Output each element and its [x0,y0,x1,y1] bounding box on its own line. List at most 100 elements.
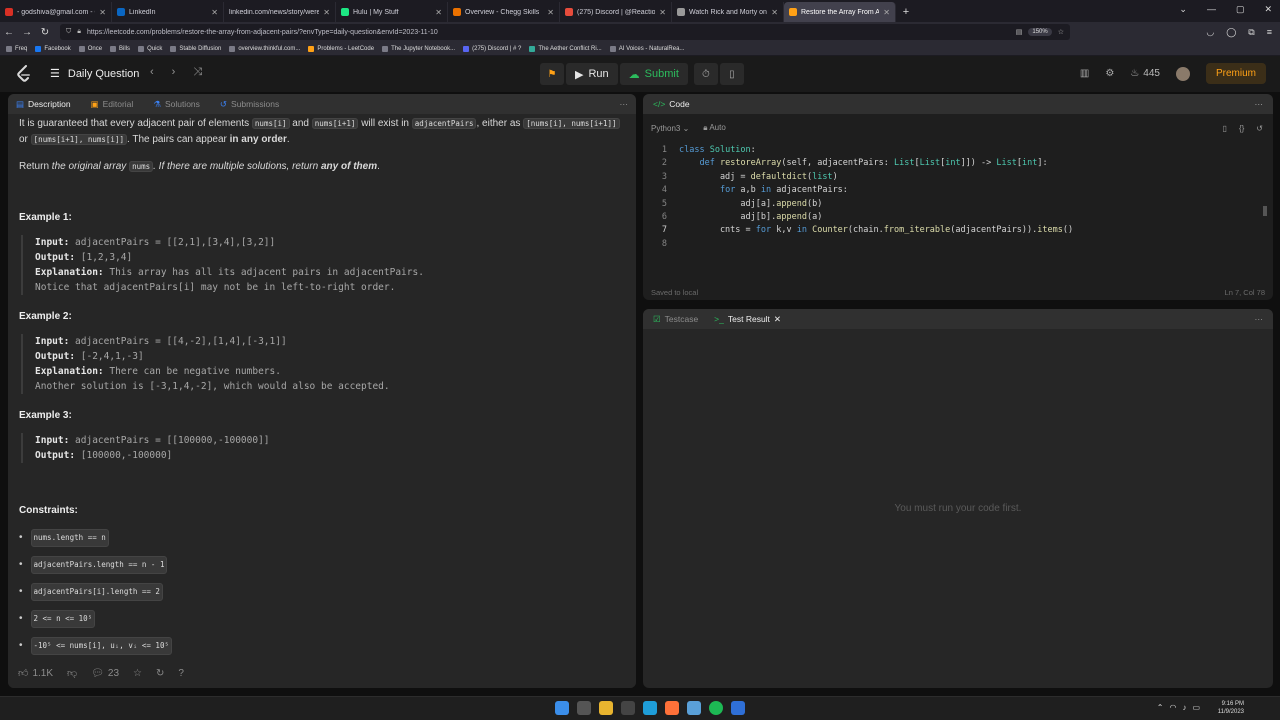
notepad-icon[interactable] [687,701,701,715]
reader-icon[interactable]: ▤ [1016,28,1023,36]
firefox-icon[interactable] [665,701,679,715]
close-tab-icon[interactable]: ✕ [211,8,218,17]
browser-nav-bar: ← → ↻ ⛉ 🔒︎ https://leetcode.com/problems… [0,22,1280,42]
settings-gear-icon[interactable]: ⚙ [1105,68,1114,79]
next-problem-icon[interactable]: › [172,66,176,79]
tab-submissions[interactable]: ↺ Submissions [220,99,279,110]
search-icon[interactable] [577,701,591,715]
windows-start-icon[interactable] [555,701,569,715]
tab-list-icon[interactable]: ⌄ [1179,4,1187,15]
bookmark-item[interactable]: Problems - LeetCode [308,45,374,52]
reload-icon[interactable]: ↻ [36,27,54,38]
close-tab-icon[interactable]: ✕ [323,8,330,17]
bookmark-item[interactable]: Quick [138,45,162,52]
blue-app-icon[interactable] [731,701,745,715]
pocket-icon[interactable]: ◡ [1206,27,1214,38]
bookmark-item[interactable]: AI Voices - NaturalRea... [609,45,684,52]
forward-icon[interactable]: → [18,27,36,38]
bookmark-item[interactable]: overview.thinkful.com... [229,45,300,52]
lock-icon[interactable]: 🔒︎ [77,28,81,36]
extensions-icon[interactable]: ⧉ [1248,27,1254,38]
bookmark-item[interactable]: Freq [6,45,27,52]
auto-mode-toggle[interactable]: 🔒︎ Auto [703,123,726,133]
store-icon[interactable] [621,701,635,715]
bookmark-item[interactable]: Stable Diffusion [170,45,221,52]
browser-tab-adultswim[interactable]: Watch Rick and Morty on Adult✕ [672,2,784,22]
close-window-icon[interactable]: ✕ [1264,4,1272,15]
layout-icon[interactable]: ▥ [1080,68,1089,79]
close-tab-icon[interactable]: ✕ [659,8,666,17]
debug-icon[interactable]: ⚑ [540,63,564,85]
close-tab-icon[interactable]: ✕ [99,8,106,17]
timer-icon[interactable]: ⏱ [693,63,718,85]
browser-tab-gmail[interactable]: - godshiva@gmail.com - Gmail✕ [0,2,112,22]
premium-button[interactable]: Premium [1205,63,1266,84]
shuffle-icon[interactable]: ⤨ [193,66,202,79]
zoom-badge[interactable]: 150% [1028,28,1052,36]
editor-scrollbar[interactable] [1263,206,1267,216]
bookmark-star-icon[interactable]: ☆ [1058,28,1064,36]
bookmark-item[interactable]: Facebook [35,45,71,52]
volume-icon[interactable]: ♪ [1182,703,1186,712]
code-editor[interactable]: 1 class Solution: 2 def restoreArray(self… [643,144,1273,284]
avatar[interactable] [1175,66,1190,81]
minimize-icon[interactable]: — [1207,4,1216,15]
like-button[interactable]: 👍︎ 1.1K [18,667,53,680]
url-bar[interactable]: ⛉ 🔒︎ https://leetcode.com/problems/resto… [60,24,1070,40]
leetcode-logo[interactable] [16,65,32,83]
maximize-icon[interactable]: ▢ [1236,4,1245,15]
constraint-item: nums.length == n [19,529,624,547]
bookmark-item[interactable]: Bills [110,45,130,52]
tab-description[interactable]: ▤ Description [16,99,71,110]
help-icon[interactable]: ? [178,668,184,679]
tab-testcase[interactable]: ☑ Testcase [653,314,698,325]
share-icon[interactable]: ↻ [156,668,164,679]
back-icon[interactable]: ← [0,27,18,38]
browser-tab-hulu[interactable]: Hulu | My Stuff ✕ [336,2,448,22]
browser-tab-linkedin[interactable]: LinkedIn ✕ [112,2,224,22]
bookmark-icon[interactable]: ▯ [1223,124,1227,133]
menu-icon[interactable]: ≡ [1267,27,1272,38]
browser-tab-linkedin-news[interactable]: linkedin.com/news/story/were-tipp✕ [224,2,336,22]
notes-icon[interactable]: ▯ [719,63,744,85]
dislike-button[interactable]: 👎︎ [67,667,77,679]
tab-solutions[interactable]: ⚗ Solutions [153,99,200,110]
browser-tab-leetcode[interactable]: Restore the Array From Adjacen✕ [784,2,896,22]
tab-editorial[interactable]: ▣ Editorial [91,99,134,110]
bookmark-item[interactable]: (275) Discord | # ? [463,45,521,52]
close-tab-icon[interactable]: ✕ [771,8,778,17]
close-tab-icon[interactable]: ✕ [547,8,554,17]
streak-counter[interactable]: ♨ 445 [1130,68,1160,79]
battery-icon[interactable]: ▭ [1192,703,1200,712]
run-button[interactable]: ▶ Run [566,63,618,85]
system-clock[interactable]: 9:16 PM 11/9/2023 [1218,700,1244,716]
edge-icon[interactable] [643,701,657,715]
new-tab-button[interactable]: + [896,6,916,22]
language-select[interactable]: Python3 ⌄ [651,124,689,133]
panel-more-icon[interactable]: ⋯ [1255,314,1264,325]
reset-code-icon[interactable]: ↺ [1256,124,1263,133]
account-icon[interactable]: ◯ [1226,27,1236,38]
close-tab-icon[interactable]: ✕ [883,8,890,17]
spotify-icon[interactable] [709,701,723,715]
favorite-star-icon[interactable]: ☆ [133,668,142,679]
browser-tab-chegg[interactable]: Overview - Chegg Skills ✕ [448,2,560,22]
daily-question-nav[interactable]: ☰ Daily Question [50,67,139,81]
panel-more-icon[interactable]: ⋯ [620,99,629,110]
chevron-up-icon[interactable]: ⌃ [1157,703,1164,712]
bookmark-item[interactable]: Once [78,45,102,52]
format-braces-icon[interactable]: {} [1239,124,1244,133]
browser-tab-discord[interactable]: (275) Discord | @Reaction Roles✕ [560,2,672,22]
bookmark-item[interactable]: The Aether Conflict Ri... [529,45,602,52]
comments-button[interactable]: 💬︎ 23 [91,668,119,679]
file-explorer-icon[interactable] [599,701,613,715]
prev-problem-icon[interactable]: ‹ [150,66,154,79]
submit-button[interactable]: ☁ Submit [619,63,688,85]
close-tab-icon[interactable]: ✕ [774,314,781,325]
wifi-icon[interactable]: ◠ [1169,703,1176,712]
panel-more-icon[interactable]: ⋯ [1255,99,1264,110]
tab-test-result[interactable]: >_ Test Result ✕ [714,314,781,325]
bookmark-item[interactable]: The Jupyter Notebook... [382,45,455,52]
close-tab-icon[interactable]: ✕ [435,8,442,17]
shield-icon[interactable]: ⛉ [66,28,71,36]
